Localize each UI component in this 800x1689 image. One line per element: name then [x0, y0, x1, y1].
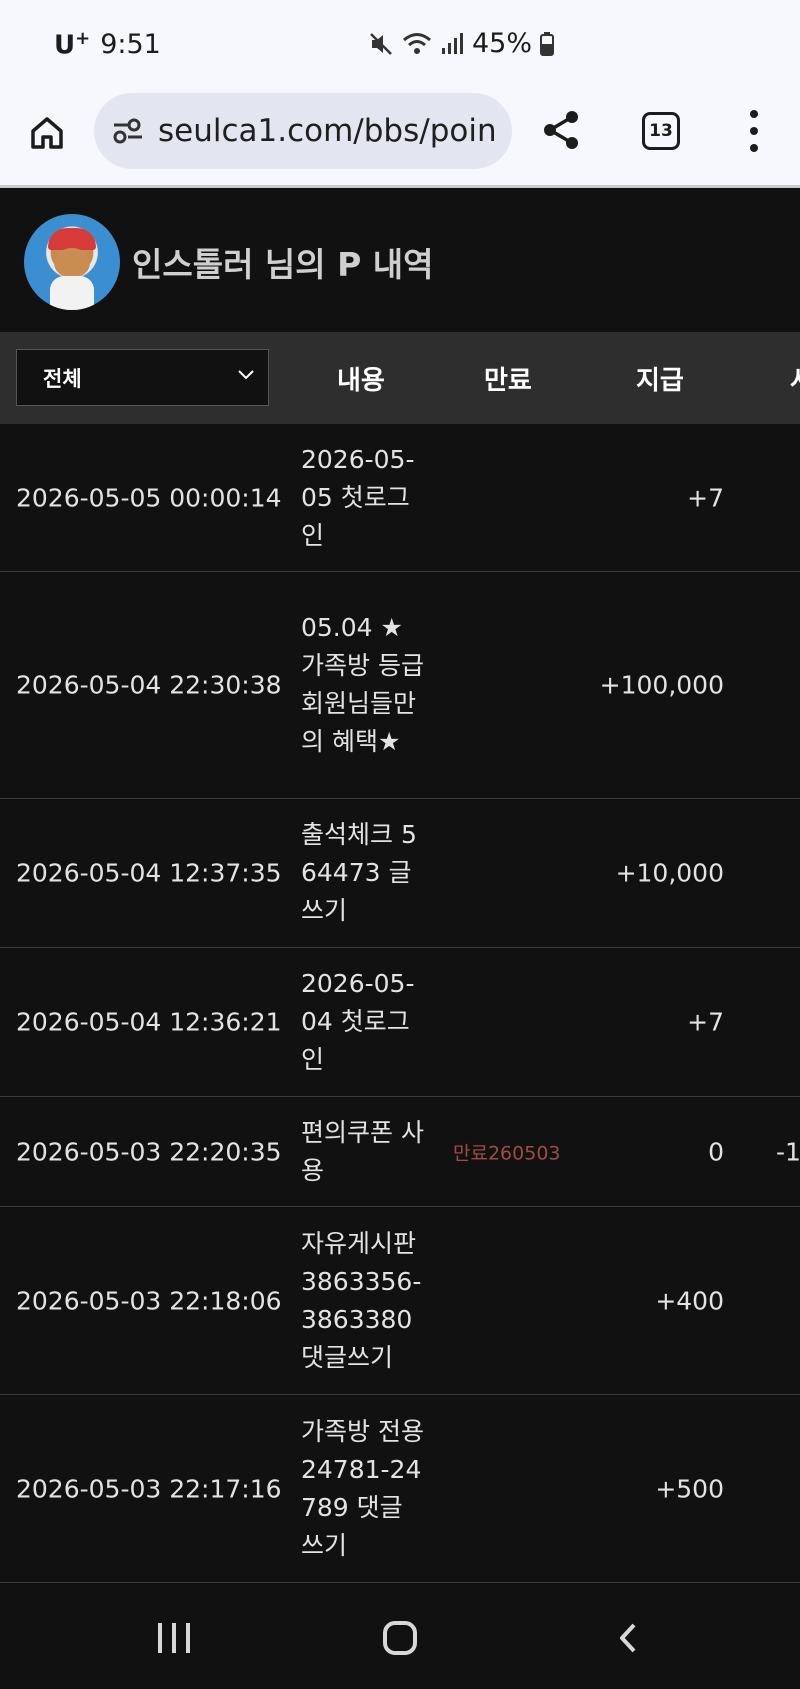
row-content: 2026-05-04 첫로그인 — [301, 969, 415, 1074]
row-content: 자유게시판 3863356-3863380 댓글쓰기 — [301, 1228, 422, 1372]
mute-icon — [370, 32, 392, 55]
avatar — [24, 213, 120, 310]
system-nav-bar — [0, 1585, 800, 1689]
wifi-icon — [403, 32, 431, 54]
share-icon — [544, 111, 578, 149]
row-amount: 0 — [708, 1137, 724, 1166]
table-header: 전체 내용 만료 지급 사 — [0, 332, 800, 424]
filter-select[interactable]: 전체 — [16, 349, 269, 406]
share-button[interactable] — [540, 108, 584, 152]
row-amount: +500 — [655, 1474, 724, 1503]
row-content: 출석체크 564473 글쓰기 — [301, 820, 417, 925]
status-left: U+ 9:51 — [54, 28, 161, 61]
table-row: 2026-05-05 00:00:14 2026-05-05 첫로그인 +7 — [0, 424, 800, 572]
nav-recent-icon[interactable] — [158, 1623, 190, 1653]
battery-icon — [540, 31, 555, 56]
profile-header: 인스톨러 님의 P 내역 — [0, 191, 800, 332]
row-amount: +7 — [687, 1007, 724, 1037]
table-row: 2026-05-04 12:37:35 출석체크 564473 글쓰기 +10,… — [0, 799, 800, 948]
battery-percent: 45% — [472, 28, 533, 59]
status-right: 45% — [368, 28, 555, 59]
carrier-sup: + — [75, 28, 91, 49]
url-text: seulca1.com/bbs/poin — [158, 113, 497, 149]
nav-home-icon[interactable] — [383, 1621, 417, 1655]
row-date: 2026-05-03 22:20:35 — [16, 1137, 282, 1166]
tab-count: 13 — [649, 121, 673, 141]
table-row: 2026-05-03 22:17:16 가족방 전용 24781-24789 댓… — [0, 1395, 800, 1583]
row-expire: 만료260503 — [453, 1142, 561, 1164]
site-settings-icon[interactable] — [112, 117, 144, 145]
row-content: 05.04 ★가족방 등급 회원님들만의 혜택★ — [301, 613, 424, 756]
row-extra: -1 — [776, 1137, 800, 1166]
row-content: 2026-05-05 첫로그인 — [301, 444, 415, 550]
row-date: 2026-05-04 12:36:21 — [16, 1007, 282, 1037]
row-amount: +10,000 — [615, 858, 724, 888]
carrier-label: U+ — [54, 28, 90, 61]
row-amount: +400 — [655, 1286, 724, 1315]
column-header-amount[interactable]: 지급 — [636, 360, 684, 397]
points-table: 2026-05-05 00:00:14 2026-05-05 첫로그인 +7 2… — [0, 424, 800, 1583]
status-bar: U+ 9:51 45% — [0, 0, 800, 92]
home-icon — [31, 117, 63, 149]
table-row: 2026-05-04 22:30:38 05.04 ★가족방 등급 회원님들만의… — [0, 572, 800, 799]
row-date: 2026-05-04 12:37:35 — [16, 858, 282, 888]
column-header-extra[interactable]: 사 — [790, 360, 800, 397]
browser-toolbar: seulca1.com/bbs/poin 13 — [0, 92, 800, 188]
table-row: 2026-05-04 12:36:21 2026-05-04 첫로그인 +7 — [0, 948, 800, 1097]
row-date: 2026-05-03 22:17:16 — [16, 1474, 282, 1503]
row-content: 가족방 전용 24781-24789 댓글쓰기 — [301, 1416, 424, 1560]
table-row: 2026-05-03 22:18:06 자유게시판 3863356-386338… — [0, 1207, 800, 1395]
page-title: 인스톨러 님의 P 내역 — [132, 244, 434, 284]
column-header-expire[interactable]: 만료 — [484, 360, 532, 397]
chevron-down-icon — [238, 370, 254, 380]
column-header-content[interactable]: 내용 — [337, 360, 385, 397]
row-date: 2026-05-05 00:00:14 — [16, 483, 282, 512]
more-menu-icon[interactable] — [744, 110, 764, 152]
row-date: 2026-05-04 22:30:38 — [16, 670, 282, 700]
signal-icon — [442, 32, 463, 54]
row-content: 편의쿠폰 사용 — [301, 1117, 424, 1185]
home-button[interactable] — [24, 110, 70, 156]
table-row: 2026-05-03 22:20:35 편의쿠폰 사용 만료260503 0 -… — [0, 1097, 800, 1207]
clock: 9:51 — [100, 28, 161, 60]
address-bar[interactable]: seulca1.com/bbs/poin — [94, 93, 512, 169]
filter-value: 전체 — [43, 366, 82, 391]
row-date: 2026-05-03 22:18:06 — [16, 1286, 282, 1315]
row-amount: +7 — [687, 483, 724, 512]
tabs-icon[interactable]: 13 — [642, 112, 680, 150]
nav-back-icon[interactable] — [612, 1621, 646, 1655]
row-amount: +100,000 — [599, 670, 724, 700]
carrier-name: U — [54, 30, 76, 61]
